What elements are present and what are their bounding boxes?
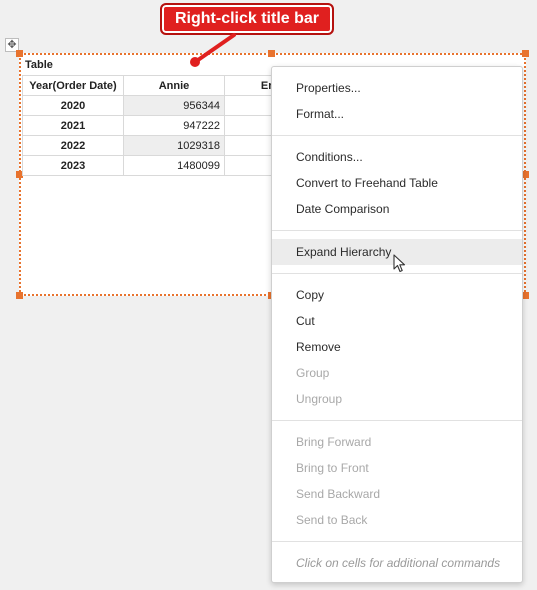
resize-handle-n[interactable] xyxy=(268,50,275,57)
menu-item-bring-forward: Bring Forward xyxy=(296,435,372,449)
menu-item-bring-to-front: Bring to Front xyxy=(296,461,369,475)
table-cell[interactable]: 956344 xyxy=(123,95,225,116)
column-header[interactable]: Er xyxy=(224,75,278,96)
resize-handle-ne[interactable] xyxy=(522,50,529,57)
table-cell[interactable] xyxy=(224,135,277,156)
resize-handle-e[interactable] xyxy=(522,171,529,178)
resize-handle-nw[interactable] xyxy=(16,50,23,57)
table-cell[interactable] xyxy=(224,95,277,116)
table-title-bar[interactable]: Table xyxy=(25,59,53,71)
table-cell[interactable]: 947222 xyxy=(123,115,225,136)
menu-hint-text: Click on cells for additional commands xyxy=(296,556,501,570)
table-cell[interactable]: 2022 xyxy=(22,135,124,156)
context-menu: Properties... Format... Conditions... Co… xyxy=(271,66,523,583)
menu-item-copy[interactable]: Copy xyxy=(272,282,522,308)
table-cell[interactable]: 1480099 xyxy=(123,155,225,176)
menu-item-conditions[interactable]: Conditions... xyxy=(272,144,522,170)
table-cell[interactable]: 1029318 xyxy=(123,135,225,156)
data-table: Year(Order Date) Annie Er 2020 956344 20… xyxy=(22,75,278,176)
table-row: 2021 947222 xyxy=(22,115,277,136)
table-cell[interactable]: 2020 xyxy=(22,95,124,116)
menu-item-format[interactable]: Format... xyxy=(272,101,522,127)
menu-item-send-to-back: Send to Back xyxy=(296,513,368,527)
resize-handle-sw[interactable] xyxy=(16,292,23,299)
menu-item-cut[interactable]: Cut xyxy=(272,308,522,334)
table-row: 2020 956344 xyxy=(22,95,277,116)
menu-item-remove[interactable]: Remove xyxy=(272,334,522,360)
menu-separator xyxy=(272,230,522,231)
resize-handle-se[interactable] xyxy=(522,292,529,299)
menu-item-group: Group xyxy=(296,366,330,380)
menu-separator xyxy=(272,541,522,542)
column-header[interactable]: Year(Order Date) xyxy=(22,75,124,96)
menu-separator xyxy=(272,135,522,136)
table-cell[interactable] xyxy=(224,155,277,176)
column-header[interactable]: Annie xyxy=(123,75,225,96)
table-cell[interactable]: 2021 xyxy=(22,115,124,136)
mouse-cursor-icon xyxy=(393,254,406,273)
table-row: 2022 1029318 xyxy=(22,135,277,156)
table-cell[interactable] xyxy=(224,115,277,136)
menu-item-date-comparison[interactable]: Date Comparison xyxy=(272,196,522,222)
menu-item-ungroup: Ungroup xyxy=(296,392,343,406)
table-cell[interactable]: 2023 xyxy=(22,155,124,176)
menu-item-send-backward: Send Backward xyxy=(296,487,381,501)
menu-separator xyxy=(272,420,522,421)
menu-item-properties[interactable]: Properties... xyxy=(272,75,522,101)
table-row: 2023 1480099 xyxy=(22,155,277,176)
annotation-callout: Right-click title bar xyxy=(160,3,334,35)
menu-item-convert-freehand[interactable]: Convert to Freehand Table xyxy=(272,170,522,196)
